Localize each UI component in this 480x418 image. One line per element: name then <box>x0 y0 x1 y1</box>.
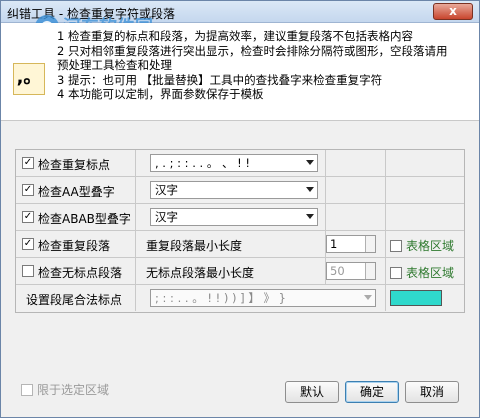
tail-select[interactable]: ; : : . . 。 ! ! ) ) ] 】 》 } <box>150 289 376 307</box>
para-min-spinner[interactable]: 1 <box>326 235 376 253</box>
spin-up-icon[interactable] <box>365 263 375 271</box>
help-line: 4 本功能可以定制，界面参数保存于模板 <box>57 87 264 101</box>
punctuation-icon: ,。 <box>13 63 45 95</box>
close-button[interactable]: x <box>433 3 473 20</box>
para-checkbox[interactable]: ✓ <box>22 238 34 250</box>
aa-label: 检查AA型叠字 <box>38 185 115 199</box>
aa-select-value: 汉字 <box>155 183 178 197</box>
abab-select-value: 汉字 <box>155 210 178 224</box>
row-nopunct: 检查无标点段落 无标点段落最小长度 50 表格区域 <box>16 258 464 285</box>
limit-selection-option[interactable]: 限于选定区域 <box>21 381 109 398</box>
punct-select[interactable]: , . ; : : . . 。 、 ! ! <box>150 154 318 172</box>
row-aa: ✓ 检查AA型叠字 汉字 <box>16 177 464 204</box>
chevron-down-icon <box>306 214 314 219</box>
aa-select[interactable]: 汉字 <box>150 181 318 199</box>
nopunct-min-value: 50 <box>330 264 345 278</box>
punct-checkbox[interactable]: ✓ <box>22 157 34 169</box>
para-label: 检查重复段落 <box>38 239 111 253</box>
abab-select[interactable]: 汉字 <box>150 208 318 226</box>
punct-label: 检查重复标点 <box>38 158 111 172</box>
punct-select-value: , . ; : : . . 。 、 ! ! <box>155 156 251 170</box>
color-swatch[interactable] <box>390 290 442 306</box>
nopunct-label: 检查无标点段落 <box>38 266 123 280</box>
limit-selection-checkbox[interactable] <box>21 384 33 396</box>
nopunct-min-spinner[interactable]: 50 <box>326 262 376 280</box>
row-para: ✓ 检查重复段落 重复段落最小长度 1 表格区域 <box>16 231 464 258</box>
help-line: 2 只对相邻重复段落进行突出显示，检查时会排除分隔符或图形，空段落请用 <box>57 43 448 58</box>
tail-label: 设置段尾合法标点 <box>26 293 123 307</box>
title-bar[interactable]: 纠错工具 - 检查重复字符或段落 x <box>1 1 479 23</box>
ok-button[interactable]: 确定 <box>345 381 399 403</box>
help-line: 预处理工具检查和处理 <box>57 58 172 72</box>
spin-down-icon[interactable] <box>365 271 375 279</box>
help-line: 3 提示：也可用 【批量替换】工具中的查找叠字来检查重复字符 <box>57 72 383 87</box>
para-table-checkbox[interactable] <box>390 240 402 252</box>
para-table-label: 表格区域 <box>406 239 455 253</box>
close-icon: x <box>449 4 457 18</box>
spin-down-icon[interactable] <box>365 244 375 252</box>
para-min-value: 1 <box>330 237 338 251</box>
nopunct-table-checkbox[interactable] <box>390 267 402 279</box>
help-panel: ,。 1 检查重复的标点和段落，为提高效率，建议重复段落不包括表格内容 2 只对… <box>1 23 479 121</box>
para-min-label: 重复段落最小长度 <box>146 239 243 253</box>
nopunct-table-area[interactable]: 表格区域 <box>390 264 454 281</box>
row-abab: ✓ 检查ABAB型叠字 汉字 <box>16 204 464 231</box>
row-tail: 设置段尾合法标点 ; : : . . 。 ! ! ) ) ] 】 》 } <box>16 285 464 312</box>
row-punct: ✓ 检查重复标点 , . ; : : . . 。 、 ! ! <box>16 150 464 177</box>
spin-up-icon[interactable] <box>365 236 375 244</box>
abab-checkbox[interactable]: ✓ <box>22 211 34 223</box>
default-button[interactable]: 默认 <box>285 381 339 403</box>
window-title: 纠错工具 - 检查重复字符或段落 <box>7 7 175 21</box>
chevron-down-icon <box>306 160 314 165</box>
cancel-button[interactable]: 取消 <box>405 381 459 403</box>
options-grid: ✓ 检查重复标点 , . ; : : . . 。 、 ! ! ✓ 检查AA型叠字… <box>15 149 465 313</box>
help-line: 1 检查重复的标点和段落，为提高效率，建议重复段落不包括表格内容 <box>57 29 413 43</box>
help-text: 1 检查重复的标点和段落，为提高效率，建议重复段落不包括表格内容 2 只对相邻重… <box>57 29 473 102</box>
tail-select-value: ; : : . . 。 ! ! ) ) ] 】 》 } <box>155 291 286 305</box>
limit-selection-label: 限于选定区域 <box>37 383 110 397</box>
chevron-down-icon <box>364 295 372 300</box>
nopunct-table-label: 表格区域 <box>406 266 455 280</box>
aa-checkbox[interactable]: ✓ <box>22 184 34 196</box>
nopunct-checkbox[interactable] <box>22 265 34 277</box>
dialog-window: 纠错工具 - 检查重复字符或段落 x 河东软件园 www.pc0359.cn ,… <box>0 0 480 418</box>
nopunct-min-label: 无标点段落最小长度 <box>146 266 255 280</box>
para-table-area[interactable]: 表格区域 <box>390 237 454 254</box>
abab-label: 检查ABAB型叠字 <box>38 212 131 226</box>
chevron-down-icon <box>306 187 314 192</box>
